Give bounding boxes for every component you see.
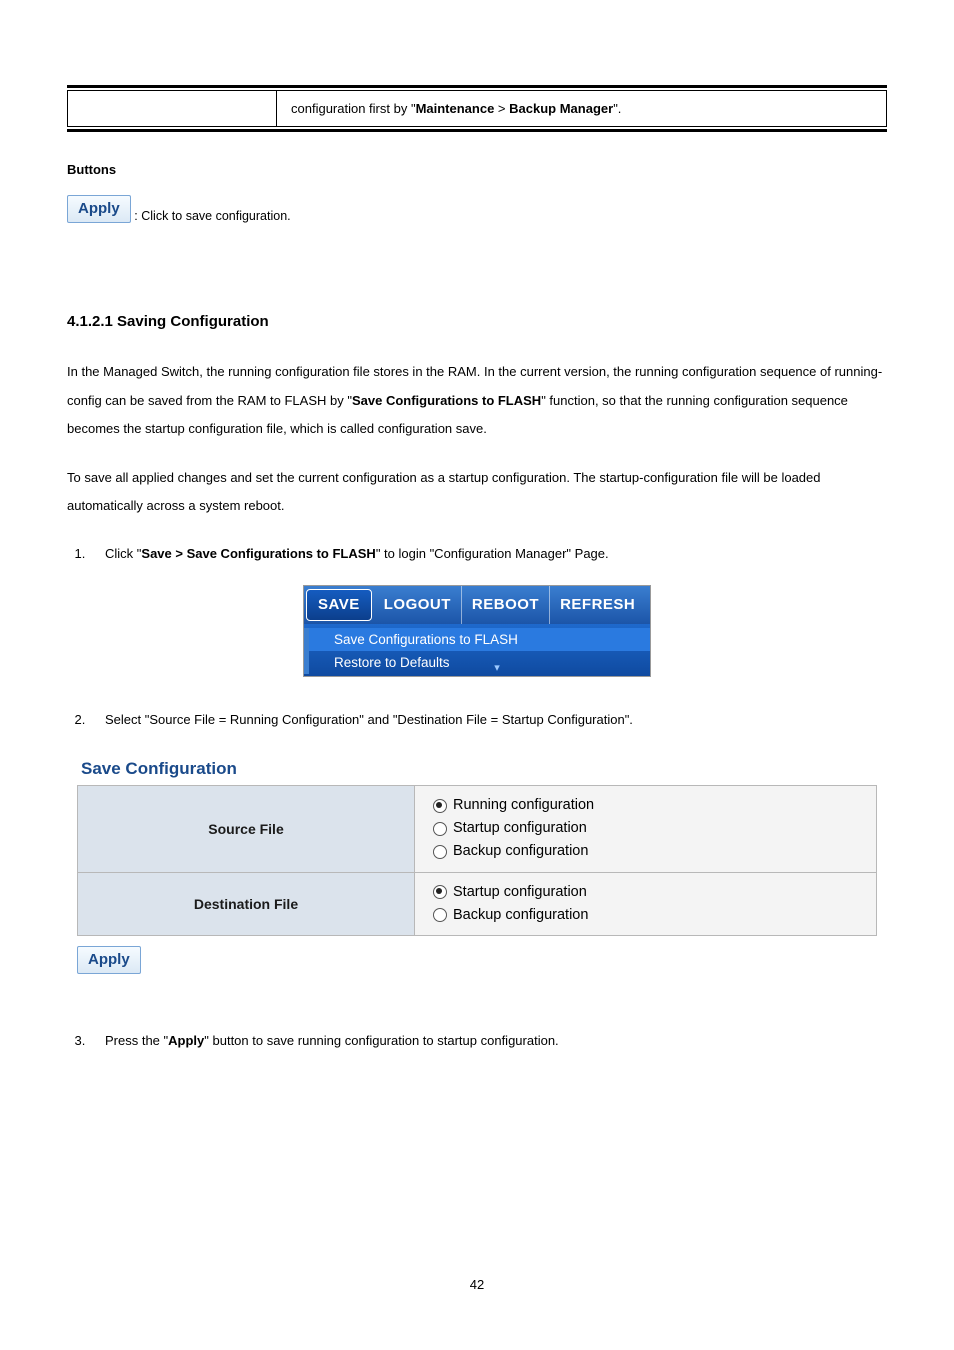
apply-button-image: Apply: [67, 195, 131, 223]
apply-caption: : Click to save configuration.: [134, 209, 290, 223]
toolbar-screenshot: SAVE LOGOUT REBOOT REFRESH Save Configur…: [303, 585, 651, 677]
tab-save[interactable]: SAVE: [306, 589, 372, 621]
chevron-down-icon: ▾: [494, 661, 500, 674]
paragraph-1: In the Managed Switch, the running confi…: [67, 358, 887, 444]
subsection-heading: 4.1.2.1 Saving Configuration: [67, 313, 887, 330]
tab-reboot[interactable]: REBOOT: [462, 586, 550, 624]
step-2: Select "Source File = Running Configurat…: [89, 707, 887, 733]
radio-backup-config-src[interactable]: Backup configuration: [433, 840, 858, 863]
radio-running-config[interactable]: Running configuration: [433, 794, 858, 817]
panel-apply-button[interactable]: Apply: [77, 946, 141, 974]
step-1: Click "Save > Save Configurations to FLA…: [89, 541, 887, 567]
save-config-panel: Save Configuration Source File Running c…: [67, 749, 887, 984]
menu-item-restore-defaults[interactable]: Restore to Defaults: [304, 651, 650, 674]
info-cell: configuration first by "Maintenance > Ba…: [277, 91, 887, 126]
radio-backup-config-dst[interactable]: Backup configuration: [433, 904, 858, 927]
step-3: Press the "Apply" button to save running…: [89, 1028, 887, 1054]
row-label-source-file: Source File: [78, 785, 415, 872]
row-label-destination-file: Destination File: [78, 872, 415, 935]
buttons-heading: Buttons: [67, 162, 887, 177]
tab-refresh[interactable]: REFRESH: [550, 586, 645, 624]
menu-item-save-config[interactable]: Save Configurations to FLASH: [304, 628, 650, 651]
paragraph-2: To save all applied changes and set the …: [67, 464, 887, 521]
radio-startup-config-src[interactable]: Startup configuration: [433, 817, 858, 840]
tab-logout[interactable]: LOGOUT: [374, 586, 462, 624]
info-table: configuration first by "Maintenance > Ba…: [67, 91, 887, 126]
radio-startup-config-dst[interactable]: Startup configuration: [433, 881, 858, 904]
panel-title: Save Configuration: [77, 753, 877, 783]
page-number: 42: [0, 1277, 954, 1292]
